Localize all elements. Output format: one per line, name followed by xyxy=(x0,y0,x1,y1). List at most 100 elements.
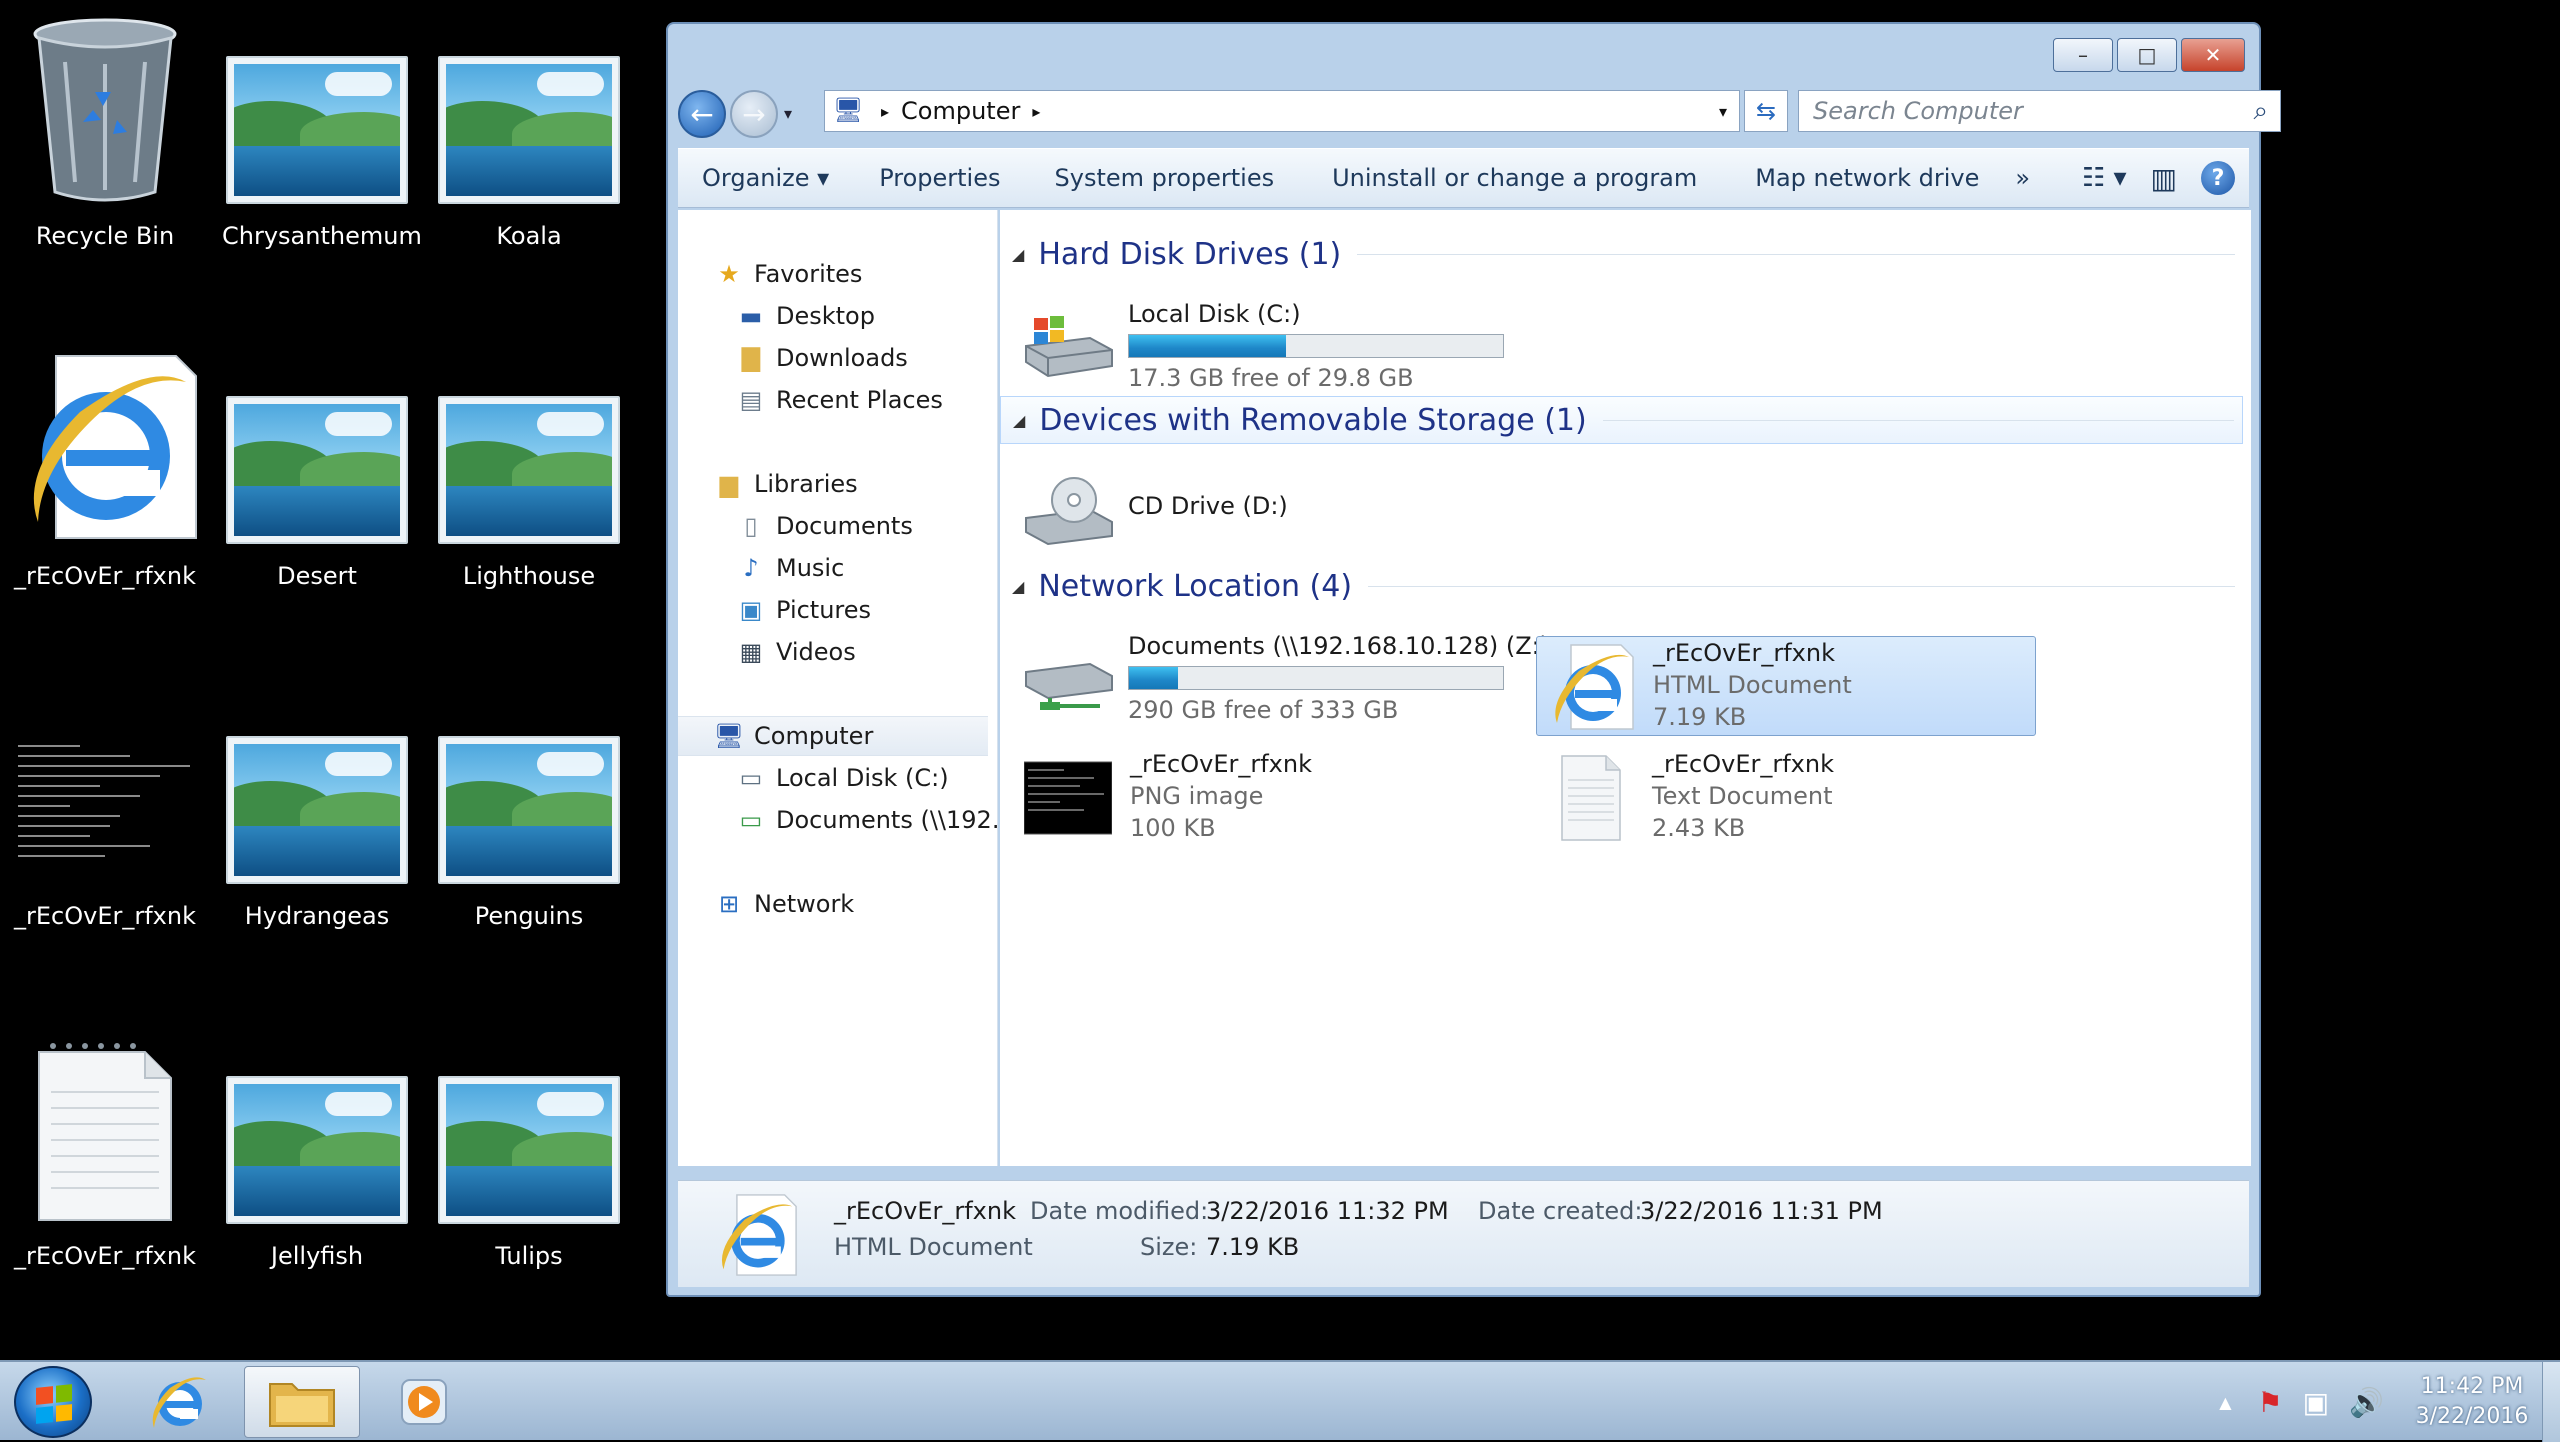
music-icon: ♪ xyxy=(743,554,759,582)
address-bar[interactable]: 🖥 ▸ Computer ▸ ▾ xyxy=(824,90,1740,132)
drive-name: Documents (\\192.168.10.128) (Z:) xyxy=(1128,632,1550,660)
file-type: HTML Document xyxy=(1653,671,1852,699)
desktop-icon-recover-txt[interactable]: _rEcOvEr_rfxnk xyxy=(10,1032,200,1332)
nav-item-label: Music xyxy=(776,554,845,582)
photo-thumbnail-icon xyxy=(438,396,620,544)
desktop-icon-jellyfish[interactable]: Jellyfish xyxy=(222,1032,412,1332)
nav-item-label: Documents xyxy=(776,512,913,540)
details-created-value: 3/22/2016 11:31 PM xyxy=(1640,1197,1883,1225)
nav-item-network-documents[interactable]: ▭ Documents (\\192.1 xyxy=(734,800,997,840)
collapse-icon[interactable]: ◢ xyxy=(1012,577,1024,596)
drive-cd-d[interactable]: CD Drive (D:) xyxy=(1000,456,1520,566)
nav-item-downloads[interactable]: ▇ Downloads xyxy=(734,338,908,378)
uninstall-program-button[interactable]: Uninstall or change a program xyxy=(1314,164,1715,192)
windows-drive-icon xyxy=(1025,316,1113,378)
search-input[interactable]: Search Computer ⌕ xyxy=(1798,90,2281,132)
details-size-label: Size: xyxy=(1140,1233,1198,1261)
desktop-icon-label: Koala xyxy=(496,222,562,250)
desktop-icon-label: _rEcOvEr_rfxnk xyxy=(14,562,196,590)
clock[interactable]: 11:42 PM 3/22/2016 xyxy=(2402,1372,2542,1432)
drive-network-z[interactable]: Documents (\\192.168.10.128) (Z:) 290 GB… xyxy=(1000,622,1549,732)
desktop-icon-label: Chrysanthemum xyxy=(222,222,422,250)
clock-time: 11:42 PM xyxy=(2420,1374,2524,1399)
network-status-icon[interactable]: ▣ xyxy=(2303,1386,2329,1419)
desktop-icon-penguins[interactable]: Penguins xyxy=(434,692,624,992)
change-view-icon[interactable]: ☷ ▾ xyxy=(2082,163,2127,193)
network-icon: ⊞ xyxy=(718,890,740,918)
photo-thumbnail-icon xyxy=(226,396,408,544)
group-header-hard-disk[interactable]: ◢ Hard Disk Drives (1) xyxy=(1000,230,2243,278)
start-button[interactable] xyxy=(14,1366,92,1438)
desktop-icon-tulips[interactable]: Tulips xyxy=(434,1032,624,1332)
nav-item-favorites[interactable]: ★ Favorites xyxy=(712,254,862,294)
photo-thumbnail-icon xyxy=(438,736,620,884)
taskbar-windows-explorer[interactable] xyxy=(244,1366,360,1438)
desktop-icon-koala[interactable]: Koala xyxy=(434,12,624,312)
photo-thumbnail-icon xyxy=(226,1076,408,1224)
nav-item-local-disk[interactable]: ▭ Local Disk (C:) xyxy=(734,758,949,798)
map-network-drive-button[interactable]: Map network drive xyxy=(1737,164,1997,192)
system-properties-button[interactable]: System properties xyxy=(1037,164,1293,192)
media-player-icon xyxy=(401,1379,447,1425)
nav-item-music[interactable]: ♪ Music xyxy=(734,548,844,588)
file-size: 100 KB xyxy=(1130,814,1216,842)
breadcrumb-computer[interactable]: Computer xyxy=(901,97,1020,125)
collapse-icon[interactable]: ◢ xyxy=(1012,245,1024,264)
nav-item-label: Local Disk (C:) xyxy=(776,764,949,792)
desktop-icon-recover-html[interactable]: _rEcOvEr_rfxnk xyxy=(10,352,200,652)
preview-pane-icon[interactable]: ▥ xyxy=(2151,162,2177,195)
action-center-icon[interactable]: ⚑ xyxy=(2258,1386,2283,1419)
computer-icon: 🖥 xyxy=(833,96,864,124)
file-item-recover-png[interactable]: _rEcOvEr_rfxnk PNG image 100 KB xyxy=(1014,748,1514,848)
close-button[interactable]: ✕ xyxy=(2181,38,2245,72)
details-file-name: _rEcOvEr_rfxnk xyxy=(834,1197,1016,1225)
address-history-dropdown[interactable]: ▾ xyxy=(1719,102,1727,121)
internet-explorer-icon xyxy=(721,1194,797,1276)
desktop-icon-recycle-bin[interactable]: Recycle Bin xyxy=(10,12,200,312)
more-commands-button[interactable]: » xyxy=(1997,164,2048,192)
organize-button[interactable]: Organize ▾ xyxy=(678,164,847,192)
drive-usage-bar xyxy=(1128,666,1504,690)
taskbar-internet-explorer[interactable] xyxy=(134,1366,222,1438)
file-item-recover-txt[interactable]: _rEcOvEr_rfxnk Text Document 2.43 KB xyxy=(1536,748,2036,848)
nav-item-label: Computer xyxy=(754,722,874,750)
nav-item-documents[interactable]: ▯ Documents xyxy=(734,506,913,546)
properties-button[interactable]: Properties xyxy=(861,164,1018,192)
breadcrumb-separator[interactable]: ▸ xyxy=(881,102,889,121)
desktop-icon-lighthouse[interactable]: Lighthouse xyxy=(434,352,624,652)
file-item-recover-html[interactable]: _rEcOvEr_rfxnk HTML Document 7.19 KB xyxy=(1536,636,2036,736)
minimize-button[interactable]: – xyxy=(2053,38,2113,72)
desktop-icon-label: Lighthouse xyxy=(462,562,596,590)
show-hidden-icons-button[interactable]: ▲ xyxy=(2219,1393,2231,1412)
show-desktop-button[interactable] xyxy=(2542,1362,2560,1442)
desktop-icon-recover-png[interactable]: _rEcOvEr_rfxnk xyxy=(10,692,200,992)
nav-item-libraries[interactable]: ▆ Libraries xyxy=(712,464,858,504)
nav-item-desktop[interactable]: ▬ Desktop xyxy=(734,296,875,336)
back-button[interactable]: ← xyxy=(678,90,726,138)
drive-local-disk-c[interactable]: Local Disk (C:) 17.3 GB free of 29.8 GB xyxy=(1000,290,1520,400)
nav-item-computer[interactable]: 🖥 Computer xyxy=(678,716,988,756)
star-icon: ★ xyxy=(718,260,740,288)
search-icon[interactable]: ⌕ xyxy=(2253,96,2268,127)
collapse-icon[interactable]: ◢ xyxy=(1013,411,1025,430)
group-header-removable[interactable]: ◢ Devices with Removable Storage (1) xyxy=(1000,396,2243,444)
nav-item-network[interactable]: ⊞ Network xyxy=(712,884,854,924)
breadcrumb-separator[interactable]: ▸ xyxy=(1032,102,1040,121)
file-size: 2.43 KB xyxy=(1652,814,1746,842)
taskbar-media-player[interactable] xyxy=(380,1366,468,1438)
recycle-bin-icon xyxy=(33,18,177,202)
nav-item-pictures[interactable]: ▣ Pictures xyxy=(734,590,871,630)
recent-pages-dropdown[interactable]: ▾ xyxy=(784,104,792,123)
desktop-icon-desert[interactable]: Desert xyxy=(222,352,412,652)
group-header-network-location[interactable]: ◢ Network Location (4) xyxy=(1000,562,2243,610)
forward-button[interactable]: → xyxy=(730,90,778,138)
maximize-button[interactable]: □ xyxy=(2117,38,2177,72)
windows-logo-icon xyxy=(36,1384,72,1424)
volume-icon[interactable]: 🔊 xyxy=(2349,1386,2384,1419)
nav-item-videos[interactable]: ▦ Videos xyxy=(734,632,856,672)
nav-item-recent-places[interactable]: ▤ Recent Places xyxy=(734,380,943,420)
desktop-icon-hydrangeas[interactable]: Hydrangeas xyxy=(222,692,412,992)
desktop-icon-chrysanthemum[interactable]: Chrysanthemum xyxy=(222,12,422,312)
refresh-button[interactable]: ⇆ xyxy=(1744,90,1788,132)
help-icon[interactable]: ? xyxy=(2201,161,2235,195)
